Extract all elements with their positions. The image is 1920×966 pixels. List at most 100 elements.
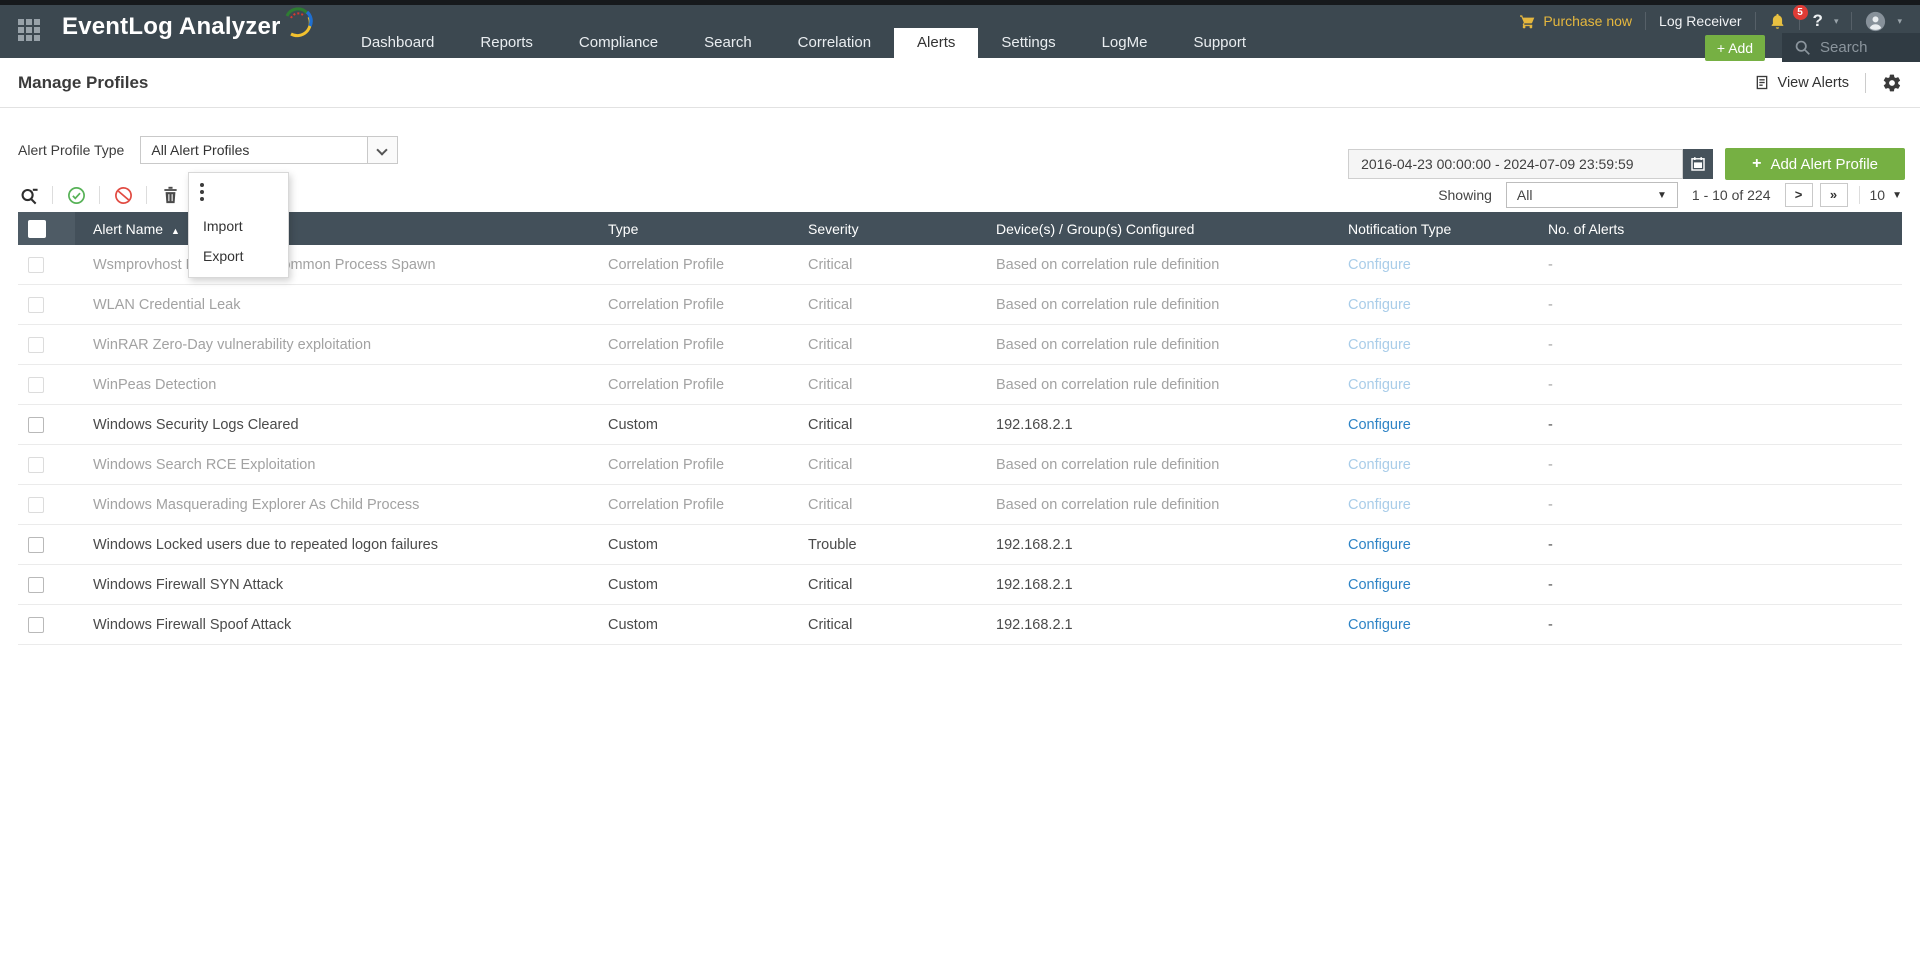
col-notification-type[interactable]: Notification Type	[1330, 221, 1530, 237]
table-row[interactable]: Wsmprovhost Launching Uncommon Process S…	[18, 245, 1902, 285]
alert-count: -	[1530, 497, 1902, 513]
alert-name[interactable]: Wsmprovhost Launching Uncommon Process S…	[75, 257, 590, 273]
configure-link[interactable]: Configure	[1348, 337, 1411, 353]
configure-link[interactable]: Configure	[1348, 377, 1411, 393]
row-checkbox[interactable]	[28, 457, 44, 473]
tab-settings[interactable]: Settings	[978, 28, 1078, 58]
alert-type: Correlation Profile	[590, 257, 790, 273]
alert-devices: 192.168.2.1	[978, 537, 1330, 553]
calendar-button[interactable]	[1683, 149, 1713, 179]
select-caret-cell[interactable]	[367, 137, 397, 163]
log-receiver-label: Log Receiver	[1659, 13, 1742, 29]
alert-name[interactable]: Windows Firewall SYN Attack	[75, 577, 590, 593]
tab-compliance[interactable]: Compliance	[556, 28, 681, 58]
table-row[interactable]: WinRAR Zero-Day vulnerability exploitati…	[18, 325, 1902, 365]
row-checkbox[interactable]	[28, 417, 44, 433]
alert-name[interactable]: Windows Firewall Spoof Attack	[75, 617, 590, 633]
alert-devices: 192.168.2.1	[978, 577, 1330, 593]
add-alert-profile-button[interactable]: + Add Alert Profile	[1725, 148, 1905, 180]
configure-link[interactable]: Configure	[1348, 537, 1411, 553]
table-row[interactable]: WinPeas Detection Correlation Profile Cr…	[18, 365, 1902, 405]
user-menu-button[interactable]: ▾	[1852, 11, 1902, 32]
row-checkbox[interactable]	[28, 497, 44, 513]
alert-name[interactable]: Windows Locked users due to repeated log…	[75, 537, 590, 553]
col-type[interactable]: Type	[590, 221, 790, 237]
more-actions-button[interactable]	[189, 173, 288, 211]
alert-count: -	[1530, 577, 1902, 593]
alert-name[interactable]: WinPeas Detection	[75, 377, 590, 393]
enable-check-icon	[67, 186, 86, 205]
bell-icon	[1769, 12, 1786, 30]
alert-count: -	[1530, 417, 1902, 433]
disable-profile-button[interactable]	[112, 184, 134, 206]
page-size-select[interactable]: 10 ▼	[1870, 187, 1902, 203]
row-checkbox[interactable]	[28, 257, 44, 273]
date-range-field[interactable]: 2016-04-23 00:00:00 - 2024-07-09 23:59:5…	[1348, 149, 1683, 179]
configure-link[interactable]: Configure	[1348, 257, 1411, 273]
alert-name[interactable]: WinRAR Zero-Day vulnerability exploitati…	[75, 337, 590, 353]
quick-add-button[interactable]: + Add	[1705, 35, 1765, 61]
tab-reports[interactable]: Reports	[457, 28, 556, 58]
tab-alerts[interactable]: Alerts	[894, 28, 978, 58]
table-row[interactable]: Windows Firewall SYN Attack Custom Criti…	[18, 565, 1902, 605]
purchase-now-link[interactable]: Purchase now	[1506, 13, 1645, 29]
alert-name[interactable]: WLAN Credential Leak	[75, 297, 590, 313]
table-row[interactable]: Windows Security Logs Cleared Custom Cri…	[18, 405, 1902, 445]
app-logo: EventLog Analyzer	[62, 13, 313, 41]
divider	[1859, 186, 1860, 204]
tab-dashboard[interactable]: Dashboard	[338, 28, 457, 58]
row-checkbox[interactable]	[28, 377, 44, 393]
logo-swirl-icon	[283, 4, 313, 40]
alert-type: Correlation Profile	[590, 457, 790, 473]
global-search-input[interactable]	[1820, 39, 1905, 56]
row-checkbox[interactable]	[28, 617, 44, 633]
alert-name[interactable]: Windows Masquerading Explorer As Child P…	[75, 497, 590, 513]
enable-profile-button[interactable]	[65, 184, 87, 206]
alert-name[interactable]: Windows Search RCE Exploitation	[75, 457, 590, 473]
tab-support[interactable]: Support	[1170, 28, 1269, 58]
plus-icon: +	[1752, 155, 1761, 173]
apps-grid-icon[interactable]	[18, 19, 42, 43]
menu-item-import[interactable]: Import	[189, 211, 288, 241]
alert-name[interactable]: Windows Security Logs Cleared	[75, 417, 590, 433]
tab-correlation[interactable]: Correlation	[775, 28, 894, 58]
table-row[interactable]: Windows Firewall Spoof Attack Custom Cri…	[18, 605, 1902, 645]
settings-gear-icon[interactable]	[1882, 73, 1902, 93]
col-alert-name[interactable]: Alert Name▲	[75, 221, 590, 237]
profile-type-select[interactable]: All Alert Profiles	[140, 136, 398, 164]
delete-profile-button[interactable]	[159, 184, 181, 206]
configure-link[interactable]: Configure	[1348, 297, 1411, 313]
row-checkbox[interactable]	[28, 337, 44, 353]
table-row[interactable]: Windows Search RCE Exploitation Correlat…	[18, 445, 1902, 485]
next-page-button[interactable]: >	[1785, 183, 1813, 207]
tab-logme[interactable]: LogMe	[1079, 28, 1171, 58]
global-search-box[interactable]	[1782, 33, 1920, 62]
col-devices[interactable]: Device(s) / Group(s) Configured	[978, 221, 1330, 237]
table-row[interactable]: Windows Locked users due to repeated log…	[18, 525, 1902, 565]
row-checkbox[interactable]	[28, 577, 44, 593]
user-avatar-icon	[1865, 11, 1886, 32]
row-checkbox[interactable]	[28, 297, 44, 313]
select-all-checkbox[interactable]	[28, 220, 46, 238]
last-page-button[interactable]: »	[1820, 183, 1848, 207]
configure-link[interactable]: Configure	[1348, 617, 1411, 633]
notifications-button[interactable]: 5	[1756, 12, 1799, 30]
configure-link[interactable]: Configure	[1348, 577, 1411, 593]
table-row[interactable]: Windows Masquerading Explorer As Child P…	[18, 485, 1902, 525]
more-actions-menu: Import Export	[188, 172, 289, 278]
log-receiver-link[interactable]: Log Receiver	[1646, 13, 1755, 29]
menu-item-export[interactable]: Export	[189, 241, 288, 271]
configure-link[interactable]: Configure	[1348, 497, 1411, 513]
tab-search[interactable]: Search	[681, 28, 775, 58]
showing-filter-select[interactable]: All ▼	[1506, 182, 1678, 208]
table-row[interactable]: WLAN Credential Leak Correlation Profile…	[18, 285, 1902, 325]
search-profiles-button[interactable]	[18, 184, 40, 206]
view-alerts-button[interactable]: View Alerts	[1754, 74, 1849, 91]
configure-link[interactable]: Configure	[1348, 417, 1411, 433]
alert-severity: Critical	[790, 417, 978, 433]
configure-link[interactable]: Configure	[1348, 457, 1411, 473]
row-checkbox[interactable]	[28, 537, 44, 553]
col-no-of-alerts[interactable]: No. of Alerts	[1530, 221, 1902, 237]
col-severity[interactable]: Severity	[790, 221, 978, 237]
calendar-icon	[1690, 156, 1706, 172]
